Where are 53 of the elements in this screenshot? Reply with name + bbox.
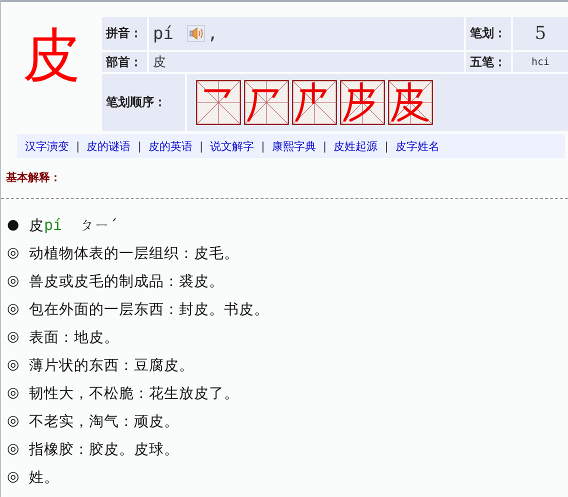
bullet-text: ◎ [7,413,20,429]
related-link[interactable]: 皮姓起源 [334,138,378,154]
stroke-order-drawing [292,80,337,125]
entry-char: 皮 [29,216,44,234]
related-link[interactable]: 康熙字典 [272,138,316,154]
related-link[interactable]: 说文解字 [210,138,254,154]
bullet-text: ◎ [7,245,20,261]
related-link[interactable]: 皮字姓名 [395,138,440,154]
related-link[interactable]: 汉字演变 [25,138,69,154]
bullet-text: ◎ [7,301,20,317]
stroke-order-drawing [244,80,289,125]
definition-text: 不老实，淘气：顽皮。 [29,412,179,430]
related-link[interactable]: 皮的谜语 [86,138,131,154]
definition-text: 指橡胶：胶皮。皮球。 [29,440,179,458]
stroke-order-drawing [196,80,241,125]
bullet-text: ◎ [7,329,20,345]
field-label: 拼音： [102,17,147,50]
separator-text: | [384,140,388,152]
zhuyin-text: ㄆㄧˊ [80,216,118,234]
field-label: 部首： [102,52,147,72]
wubi-code: hci [513,52,568,72]
definition-text: 兽皮或皮毛的制成品：裘皮。 [29,272,224,290]
speaker-icon[interactable] [187,25,206,42]
stroke-order-drawing [340,80,385,125]
separator-text: | [261,140,265,152]
field-label: 五笔： [466,52,511,72]
definition-text: 韧性大，不松脆：花生放皮了。 [29,384,239,402]
radical-text: 皮 [149,52,464,72]
definition-text: 动植物体表的一层组织：皮毛。 [29,244,239,262]
bullet-text: ◎ [7,469,20,485]
related-link[interactable]: 皮的英语 [148,138,192,154]
field-label: 笔划： [466,17,511,50]
bullet-text: ● [7,217,20,233]
stroke-count: 5 [513,17,568,50]
pinyin-text: pí [153,24,174,44]
bullet-text: ◎ [7,441,20,457]
separator-text: | [76,140,80,152]
stroke-order-drawing [388,80,433,125]
headword: 皮 [22,20,82,91]
definition-text: 姓。 [29,468,59,486]
bullet-text: ◎ [7,273,20,289]
separator-text: | [322,140,327,152]
section-title: 基本解释： [6,170,62,185]
definition-text: 表面：地皮。 [29,328,119,346]
definition-text: 薄片状的东西：豆腐皮。 [29,356,194,374]
bullet-text: ◎ [7,385,20,401]
separator-text: | [138,140,142,152]
pinyin-text: pí [44,216,62,234]
comma-text: , [207,24,218,44]
bullet-text: ◎ [7,357,20,373]
separator-text: | [199,140,204,152]
definition-text: 包在外面的一层东西：封皮。书皮。 [29,300,269,318]
field-label: 笔划顺序： [102,74,185,131]
